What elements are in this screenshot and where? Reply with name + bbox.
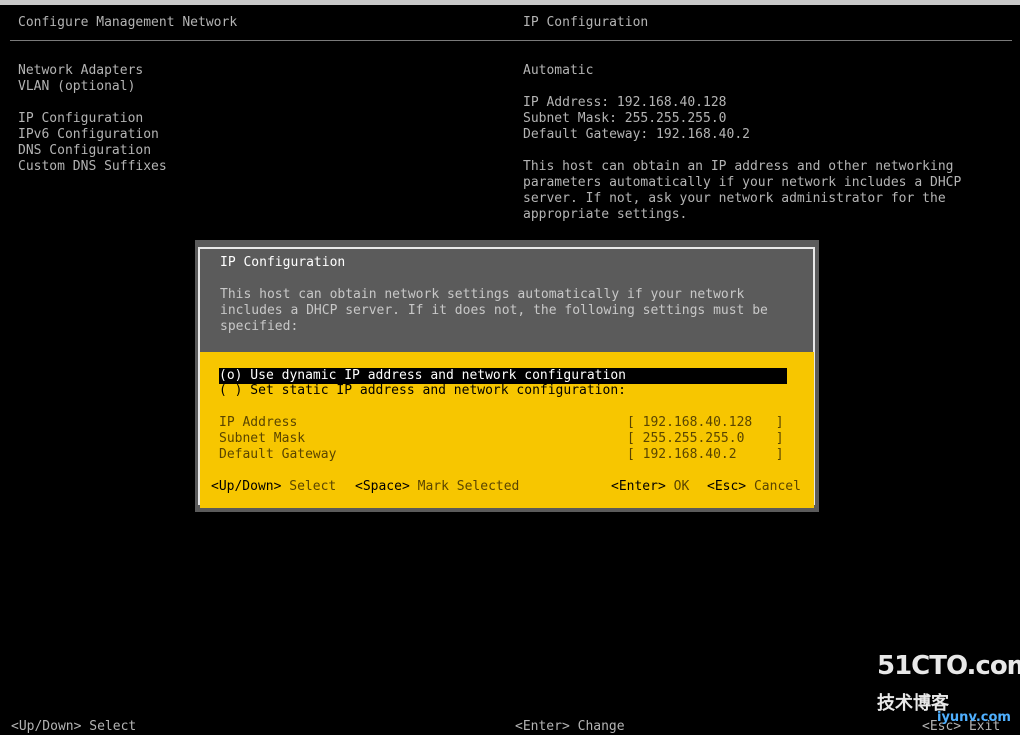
- watermark-logo: 51CTO.com 技术博客 iyunv.com: [875, 653, 1020, 728]
- subnet-mask-info: Subnet Mask: 255.255.255.0: [523, 111, 727, 126]
- footer-select-hint: <Up/Down> Select: [11, 719, 137, 734]
- dynamic-ip-radio-option[interactable]: (o) Use dynamic IP address and network c…: [219, 368, 787, 384]
- ip-address-info: IP Address: 192.168.40.128: [523, 95, 727, 110]
- static-ip-radio-option[interactable]: ( ) Set static IP address and network co…: [219, 383, 626, 399]
- space-mark-hint: <Space> Mark Selected: [355, 479, 519, 495]
- info-desc-line: server. If not, ask your network adminis…: [523, 191, 946, 206]
- info-desc-line: parameters automatically if your network…: [523, 175, 962, 190]
- menu-item-vlan[interactable]: VLAN (optional): [18, 79, 167, 95]
- updown-key: <Up/Down>: [211, 479, 282, 494]
- subnet-mask-field[interactable]: [ 255.255.255.0 ]: [627, 431, 784, 447]
- ok-button[interactable]: <Enter> OK: [611, 479, 689, 495]
- menu-item-network-adapters[interactable]: Network Adapters: [18, 63, 167, 79]
- cancel-text: Cancel: [746, 479, 801, 494]
- menu-item-custom-dns-suffixes[interactable]: Custom DNS Suffixes: [18, 159, 167, 175]
- watermark-brand: 51CTO.com: [877, 651, 1020, 681]
- ok-text: OK: [665, 479, 690, 494]
- updown-select-hint: <Up/Down> Select: [211, 479, 336, 495]
- info-desc-line: appropriate settings.: [523, 207, 688, 222]
- enter-key: <Enter>: [611, 479, 666, 494]
- subnet-mask-label: Subnet Mask: [219, 431, 306, 446]
- header-divider: [10, 40, 1012, 41]
- dialog-desc-line: includes a DHCP server. If it does not, …: [220, 303, 768, 318]
- dialog-desc-line: specified:: [220, 319, 299, 334]
- ip-info-panel: Automatic IP Address: 192.168.40.128 Sub…: [523, 63, 961, 223]
- window-top-bar: [0, 0, 1020, 5]
- dialog-desc-line: This host can obtain network settings au…: [220, 287, 745, 302]
- default-gateway-label: Default Gateway: [219, 447, 337, 462]
- esc-key: <Esc>: [707, 479, 747, 494]
- ip-address-label: IP Address: [219, 415, 298, 430]
- updown-text: Select: [281, 479, 337, 494]
- info-desc-line: This host can obtain an IP address and o…: [523, 159, 954, 174]
- menu-item-ip-configuration[interactable]: IP Configuration: [18, 111, 167, 127]
- default-gateway-info: Default Gateway: 192.168.40.2: [523, 127, 750, 142]
- menu-item-dns-configuration[interactable]: DNS Configuration: [18, 143, 167, 159]
- watermark-url: iyunv.com: [937, 710, 1011, 725]
- panel-title: IP Configuration: [523, 15, 649, 30]
- footer-change-hint: <Enter> Change: [515, 719, 625, 734]
- ip-address-field[interactable]: [ 192.168.40.128 ]: [627, 415, 784, 431]
- menu-item-ipv6-configuration[interactable]: IPv6 Configuration: [18, 127, 167, 143]
- default-gateway-field[interactable]: [ 192.168.40.2 ]: [627, 447, 784, 463]
- space-key: <Space>: [355, 479, 410, 494]
- cancel-button[interactable]: <Esc> Cancel: [707, 479, 801, 495]
- dialog-title: IP Configuration: [220, 255, 346, 270]
- dialog-description: This host can obtain network settings au…: [220, 287, 768, 335]
- config-menu: Network Adapters VLAN (optional) IP Conf…: [18, 63, 167, 175]
- ip-mode: Automatic: [523, 63, 594, 78]
- screen-title: Configure Management Network: [18, 15, 238, 30]
- space-text: Mark Selected: [409, 479, 520, 494]
